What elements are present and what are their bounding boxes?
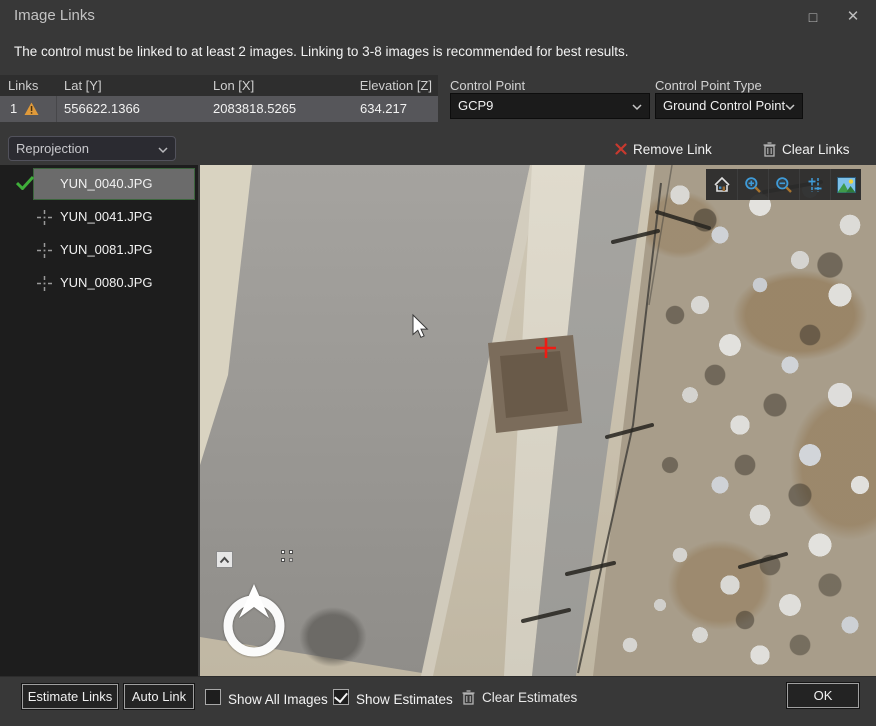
aerial-shadow-blob: [288, 597, 378, 676]
image-list: YUN_0040.JPG YUN_0041.JPG YUN_0081.JPG: [0, 165, 200, 676]
sliders-icon: [806, 176, 824, 194]
show-estimates-label: Show Estimates: [356, 692, 453, 707]
estimate-links-button[interactable]: Estimate Links: [22, 684, 118, 709]
crosshair-icon: [37, 210, 52, 225]
collapse-button[interactable]: [216, 551, 233, 568]
trash-icon: [763, 142, 776, 157]
remove-link-label: Remove Link: [633, 142, 712, 157]
clear-links-label: Clear Links: [782, 142, 850, 157]
crosshair-icon: [37, 243, 52, 258]
control-point-type-value: Ground Control Point: [663, 98, 785, 113]
col-header-lat[interactable]: Lat [Y]: [64, 75, 102, 96]
check-icon: [16, 176, 34, 190]
clear-estimates-button[interactable]: Clear Estimates: [462, 690, 577, 705]
chevron-down-icon: [785, 104, 795, 111]
crosshair-icon: [37, 276, 52, 291]
image-icon: [837, 177, 856, 193]
control-point-type-label: Control Point Type: [655, 78, 762, 93]
image-list-item[interactable]: YUN_0040.JPG: [0, 168, 198, 201]
auto-link-button[interactable]: Auto Link: [124, 684, 194, 709]
control-point-select[interactable]: GCP9: [450, 93, 650, 119]
home-icon: [713, 176, 731, 194]
reprojection-select[interactable]: Reprojection: [8, 136, 176, 161]
window-title: Image Links: [14, 7, 95, 24]
full-extent-button[interactable]: [706, 169, 737, 200]
reprojection-value: Reprojection: [16, 141, 89, 156]
image-name: YUN_0081.JPG: [60, 242, 153, 257]
image-list-item[interactable]: YUN_0041.JPG: [0, 201, 198, 234]
chevron-up-icon: [219, 556, 230, 564]
red-x-icon: [615, 143, 627, 155]
col-header-links[interactable]: Links: [8, 75, 38, 96]
chevron-down-icon: [632, 104, 642, 111]
info-text: The control must be linked to at least 2…: [14, 44, 629, 59]
viewer-toolbar: [706, 169, 861, 200]
link-table-header: Links Lat [Y] Lon [X] Elevation [Z]: [0, 75, 438, 96]
link-table-row[interactable]: 1 556622.1366 2083818.5265 634.217: [0, 96, 438, 122]
image-name: YUN_0080.JPG: [60, 275, 153, 290]
chevron-down-icon: [158, 147, 168, 154]
close-button[interactable]: ✕: [836, 4, 870, 30]
image-name: YUN_0041.JPG: [60, 209, 153, 224]
compass-north-arrow[interactable]: [219, 582, 289, 660]
show-all-images-checkbox[interactable]: [205, 689, 221, 705]
cell-lon: 2083818.5265: [213, 96, 296, 122]
zoom-in-icon: [744, 176, 762, 194]
zoom-out-button[interactable]: [768, 169, 799, 200]
footer-bar: Estimate Links Auto Link Show All Images…: [0, 676, 876, 726]
clear-links-button[interactable]: Clear Links: [763, 139, 850, 159]
control-point-value: GCP9: [458, 98, 493, 113]
clear-estimates-label: Clear Estimates: [482, 690, 577, 705]
trash-icon: [462, 690, 475, 705]
link-table: Links Lat [Y] Lon [X] Elevation [Z] 1 55…: [0, 75, 438, 122]
show-estimates-checkbox[interactable]: [333, 689, 349, 705]
column-divider: [56, 96, 57, 122]
cell-lat: 556622.1366: [64, 96, 140, 122]
image-links-dialog: Image Links □ ✕ The control must be link…: [0, 0, 876, 726]
maximize-button[interactable]: □: [796, 4, 830, 30]
selection-anchor-icon: [281, 550, 294, 564]
remove-link-button[interactable]: Remove Link: [615, 139, 712, 159]
zoom-out-icon: [775, 176, 793, 194]
ok-button[interactable]: OK: [787, 683, 859, 708]
image-list-item[interactable]: YUN_0080.JPG: [0, 267, 198, 300]
titlebar[interactable]: Image Links □ ✕: [0, 0, 876, 32]
image-display-button[interactable]: [830, 169, 861, 200]
cell-links: 1: [10, 96, 17, 122]
image-viewer[interactable]: [200, 165, 876, 676]
image-name: YUN_0040.JPG: [60, 176, 153, 191]
col-header-elevation[interactable]: Elevation [Z]: [300, 75, 432, 96]
image-list-item[interactable]: YUN_0081.JPG: [0, 234, 198, 267]
show-all-images-label: Show All Images: [228, 692, 328, 707]
cell-elevation: 634.217: [360, 96, 407, 122]
fixed-zoom-button[interactable]: [799, 169, 830, 200]
col-header-lon[interactable]: Lon [X]: [213, 75, 254, 96]
zoom-in-button[interactable]: [737, 169, 768, 200]
control-point-type-select[interactable]: Ground Control Point: [655, 93, 803, 119]
warning-icon: [24, 102, 39, 116]
control-point-label: Control Point: [450, 78, 525, 93]
